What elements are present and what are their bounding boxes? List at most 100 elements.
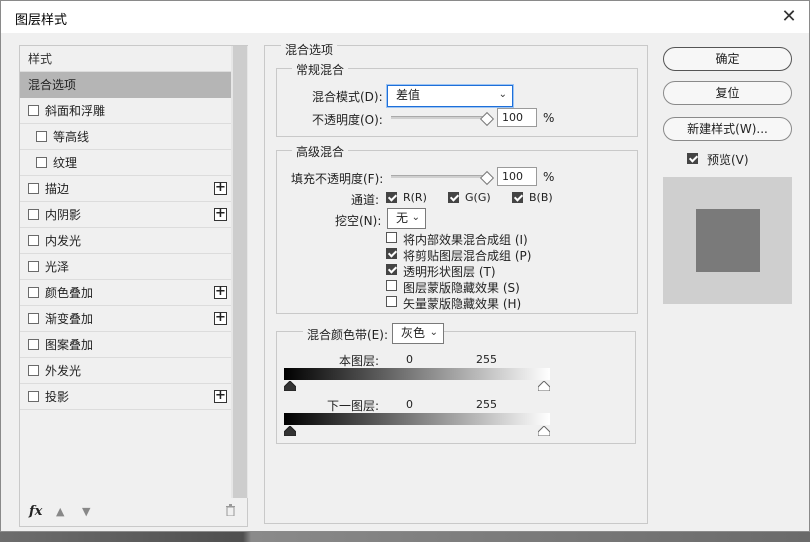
chevron-down-icon: ⌄	[429, 327, 438, 338]
opacity-unit: %	[543, 111, 555, 125]
close-icon[interactable]: ✕	[777, 5, 801, 29]
style-item-inner-glow[interactable]: 内发光	[20, 228, 231, 254]
channel-b-checkbox[interactable]	[512, 192, 523, 203]
transparency-shapes-checkbox[interactable]	[386, 264, 397, 275]
style-item-label: 混合选项	[28, 78, 77, 92]
style-checkbox[interactable]	[28, 261, 39, 272]
fill-opacity-slider-track[interactable]	[391, 175, 491, 178]
style-item-label: 光泽	[45, 260, 70, 274]
add-stroke-icon[interactable]: +	[214, 181, 227, 195]
styles-list: 样式 混合选项 斜面和浮雕 等高线 纹理 描边 + 内阴影 + 内发光 光泽 颜…	[20, 46, 231, 410]
style-item-stroke[interactable]: 描边 +	[20, 176, 231, 202]
style-item-pattern-overlay[interactable]: 图案叠加	[20, 332, 231, 358]
style-item-label: 图案叠加	[45, 338, 94, 352]
opacity-label: 不透明度(O):	[312, 113, 383, 127]
style-item-contour[interactable]: 等高线	[20, 124, 231, 150]
blend-if-select[interactable]: 灰色 ⌄	[392, 323, 444, 344]
style-checkbox[interactable]	[28, 209, 39, 220]
blend-clipped-layers-checkbox[interactable]	[386, 248, 397, 259]
vector-mask-hides-checkbox[interactable]	[386, 296, 397, 307]
style-checkbox[interactable]	[28, 313, 39, 324]
channel-r-label: R(R)	[403, 191, 427, 204]
this-layer-low-value: 0	[406, 353, 413, 366]
opacity-input[interactable]: 100	[497, 108, 537, 127]
blend-mode-label: 混合模式(D):	[312, 90, 383, 104]
style-item-color-overlay[interactable]: 颜色叠加 +	[20, 280, 231, 306]
styles-panel: 样式 混合选项 斜面和浮雕 等高线 纹理 描边 + 内阴影 + 内发光 光泽 颜…	[19, 45, 248, 527]
style-item-label: 内阴影	[45, 208, 82, 222]
this-layer-gradient	[284, 368, 550, 380]
this-layer-white-stop-icon[interactable]	[538, 381, 550, 391]
style-preview-swatch	[696, 209, 760, 272]
this-layer-high-value: 255	[476, 353, 497, 366]
style-item-gradient-overlay[interactable]: 渐变叠加 +	[20, 306, 231, 332]
layer-style-dialog: 图层样式 ✕ 样式 混合选项 斜面和浮雕 等高线 纹理 描边 + 内阴影 + 内…	[0, 0, 810, 532]
background-canvas-strip	[0, 532, 810, 542]
this-layer-label: 本图层:	[339, 354, 380, 368]
add-drop-shadow-icon[interactable]: +	[214, 389, 227, 403]
style-item-label: 斜面和浮雕	[45, 104, 106, 118]
style-checkbox[interactable]	[28, 183, 39, 194]
style-item-bevel-emboss[interactable]: 斜面和浮雕	[20, 98, 231, 124]
opacity-slider-track[interactable]	[391, 116, 491, 119]
style-item-blending-options[interactable]: 混合选项	[20, 72, 231, 98]
style-item-inner-shadow[interactable]: 内阴影 +	[20, 202, 231, 228]
knockout-select[interactable]: 无 ⌄	[387, 208, 426, 229]
trash-icon[interactable]	[225, 504, 236, 519]
blend-if-group	[276, 331, 636, 444]
dialog-title: 图层样式	[15, 13, 68, 28]
add-color-overlay-icon[interactable]: +	[214, 285, 227, 299]
channel-g-label: G(G)	[465, 191, 491, 204]
this-layer-black-stop-icon[interactable]	[284, 381, 296, 391]
style-checkbox[interactable]	[28, 391, 39, 402]
move-down-icon[interactable]: ▼	[82, 505, 90, 518]
style-item-label: 内发光	[45, 234, 82, 248]
add-inner-shadow-icon[interactable]: +	[214, 207, 227, 221]
style-item-drop-shadow[interactable]: 投影 +	[20, 384, 231, 410]
style-item-satin[interactable]: 光泽	[20, 254, 231, 280]
layer-mask-hides-checkbox[interactable]	[386, 280, 397, 291]
blend-interior-effects-checkbox[interactable]	[386, 232, 397, 243]
underlying-layer-gradient	[284, 413, 550, 425]
channel-g-checkbox[interactable]	[448, 192, 459, 203]
fx-icon[interactable]: fx	[29, 504, 42, 519]
knockout-value: 无	[396, 211, 409, 225]
style-item-outer-glow[interactable]: 外发光	[20, 358, 231, 384]
blend-mode-select[interactable]: 差值 ⌄	[387, 85, 513, 107]
channel-r-checkbox[interactable]	[386, 192, 397, 203]
style-checkbox[interactable]	[28, 287, 39, 298]
style-item-label: 等高线	[53, 130, 90, 144]
advanced-blending-title: 高级混合	[292, 143, 349, 160]
chevron-down-icon: ⌄	[411, 212, 420, 223]
blending-options-title: 混合选项	[281, 41, 338, 58]
underlying-layer-black-stop-icon[interactable]	[284, 426, 296, 436]
styles-header[interactable]: 样式	[20, 46, 231, 72]
channel-b-label: B(B)	[529, 191, 553, 204]
underlying-layer-high-value: 255	[476, 398, 497, 411]
channels-label: 通道:	[351, 193, 380, 207]
new-style-button[interactable]: 新建样式(W)...	[663, 117, 792, 141]
reset-button[interactable]: 复位	[663, 81, 792, 105]
underlying-layer-low-value: 0	[406, 398, 413, 411]
add-gradient-overlay-icon[interactable]: +	[214, 311, 227, 325]
style-checkbox[interactable]	[28, 105, 39, 116]
blend-interior-effects-label: 将内部效果混合成组 (I)	[403, 233, 528, 247]
underlying-layer-white-stop-icon[interactable]	[538, 426, 550, 436]
chevron-down-icon: ⌄	[498, 89, 507, 100]
style-checkbox[interactable]	[28, 339, 39, 350]
move-up-icon[interactable]: ▲	[56, 505, 64, 518]
preview-checkbox[interactable]	[687, 153, 698, 164]
style-checkbox[interactable]	[36, 157, 47, 168]
style-item-texture[interactable]: 纹理	[20, 150, 231, 176]
ok-button[interactable]: 确定	[663, 47, 792, 71]
style-checkbox[interactable]	[28, 235, 39, 246]
style-checkbox[interactable]	[28, 365, 39, 376]
transparency-shapes-label: 透明形状图层 (T)	[403, 265, 496, 279]
style-item-label: 颜色叠加	[45, 286, 94, 300]
blend-mode-value: 差值	[396, 88, 421, 102]
fill-opacity-input[interactable]: 100	[497, 167, 537, 186]
styles-scrollbar-thumb[interactable]	[233, 46, 247, 498]
style-item-label: 投影	[45, 390, 70, 404]
style-checkbox[interactable]	[36, 131, 47, 142]
vector-mask-hides-label: 矢量蒙版隐藏效果 (H)	[403, 297, 522, 311]
